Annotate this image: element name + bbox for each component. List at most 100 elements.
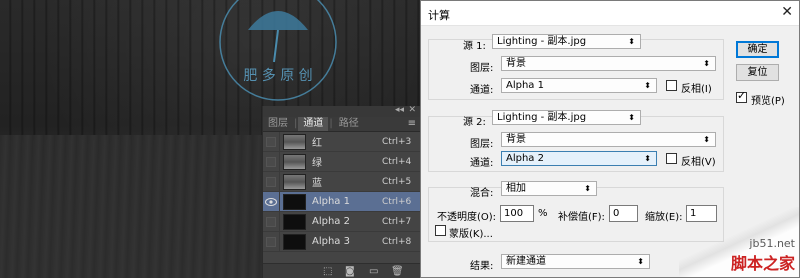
channel-name: Alpha 1 bbox=[312, 196, 350, 207]
source1-channel-value: Alpha 1 bbox=[506, 80, 544, 91]
mask-checkbox[interactable] bbox=[435, 225, 446, 236]
source2-invert-checkbox[interactable] bbox=[666, 153, 677, 164]
new-channel-icon[interactable]: ▭ bbox=[369, 266, 378, 277]
chevron-down-icon: ⬍ bbox=[703, 135, 710, 144]
delete-channel-icon[interactable]: 🗑 bbox=[391, 266, 404, 277]
close-icon[interactable]: ✕ bbox=[408, 105, 416, 115]
calculations-dialog: 计算 ✕ 源 1: Lighting - 副本.jpg ⬍ 图层: 背景 ⬍ 通道:… bbox=[420, 0, 800, 278]
result-value: 新建通道 bbox=[506, 256, 546, 267]
chevron-down-icon: ⬍ bbox=[628, 37, 635, 46]
channel-shortcut: Ctrl+4 bbox=[382, 156, 412, 167]
tab-paths[interactable]: 路径 bbox=[334, 117, 364, 131]
channel-name: Alpha 3 bbox=[312, 236, 350, 247]
channel-row[interactable]: 红 Ctrl+3 bbox=[263, 131, 420, 152]
panel-tabs: 图层 | 通道 | 路径 ≡ bbox=[263, 117, 420, 132]
source1-label: 源 1: bbox=[463, 41, 486, 52]
channel-shortcut: Ctrl+8 bbox=[382, 236, 412, 247]
scale-label: 缩放(E): bbox=[645, 212, 683, 223]
visibility-toggle[interactable] bbox=[263, 171, 280, 192]
mask-label[interactable]: 蒙版(K)... bbox=[449, 225, 493, 240]
source2-channel-select[interactable]: Alpha 2 ⬍ bbox=[501, 151, 657, 166]
channel-thumbnail bbox=[283, 193, 306, 210]
load-selection-icon[interactable]: ⬚ bbox=[323, 266, 332, 277]
site-watermark-name: 脚本之家 bbox=[730, 254, 795, 273]
opacity-unit: % bbox=[538, 208, 548, 219]
channel-shortcut: Ctrl+5 bbox=[382, 176, 412, 187]
channel-row[interactable]: 绿 Ctrl+4 bbox=[263, 151, 420, 172]
dialog-titlebar: 计算 ✕ bbox=[421, 1, 799, 26]
channel-thumbnail bbox=[283, 133, 306, 150]
blending-mode-value: 相加 bbox=[506, 183, 526, 194]
source1-file-select[interactable]: Lighting - 副本.jpg ⬍ bbox=[492, 34, 641, 49]
author-watermark-seal: 肥 多 原 创 bbox=[219, 0, 337, 101]
source2-layer-select[interactable]: 背景 ⬍ bbox=[501, 132, 716, 147]
preview-checkbox[interactable] bbox=[736, 89, 747, 103]
source2-file-value: Lighting - 副本.jpg bbox=[497, 112, 587, 123]
channel-name: 蓝 bbox=[312, 178, 322, 189]
channel-row[interactable]: Alpha 1 Ctrl+6 bbox=[263, 191, 420, 212]
channel-name: Alpha 2 bbox=[312, 216, 350, 227]
chevron-down-icon: ⬍ bbox=[644, 154, 651, 163]
visibility-toggle[interactable] bbox=[263, 231, 280, 252]
channel-list: 红 Ctrl+3 绿 Ctrl+4 蓝 Ctrl+5 Alpha 1 Ctrl+6 Alpha … bbox=[263, 131, 420, 252]
source1-layer-label: 图层: bbox=[470, 63, 494, 74]
site-watermark: jb51.net 脚本之家 bbox=[731, 237, 795, 274]
preview-label: 预览(P) bbox=[751, 96, 785, 107]
offset-label: 补偿值(F): bbox=[558, 212, 605, 223]
channel-thumbnail bbox=[283, 153, 306, 170]
source1-invert-label: 反相(I) bbox=[681, 84, 712, 95]
channel-row[interactable]: Alpha 2 Ctrl+7 bbox=[263, 211, 420, 232]
chevron-down-icon: ⬍ bbox=[703, 59, 710, 68]
panel-header-bar: ◂◂ ✕ bbox=[263, 105, 420, 117]
channel-row[interactable]: Alpha 3 Ctrl+8 bbox=[263, 231, 420, 252]
source2-layer-value: 背景 bbox=[506, 134, 526, 145]
result-select[interactable]: 新建通道 ⬍ bbox=[501, 254, 650, 269]
screen: 肥 多 原 创 ◂◂ ✕ 图层 | 通道 | 路径 ≡ 红 Ctrl+3 绿 Ctrl… bbox=[0, 0, 800, 278]
blending-mode-select[interactable]: 相加 ⬍ bbox=[501, 181, 597, 196]
chevron-down-icon: ⬍ bbox=[584, 184, 591, 193]
chevron-down-icon: ⬍ bbox=[644, 81, 651, 90]
source2-layer-label: 图层: bbox=[470, 139, 494, 150]
eye-icon[interactable] bbox=[263, 191, 280, 212]
visibility-toggle[interactable] bbox=[263, 151, 280, 172]
reset-button[interactable]: 复位 bbox=[736, 64, 779, 81]
source2-channel-value: Alpha 2 bbox=[506, 153, 544, 164]
watermark-text: 肥 多 原 创 bbox=[243, 67, 312, 84]
source1-layer-value: 背景 bbox=[506, 58, 526, 69]
source2-file-select[interactable]: Lighting - 副本.jpg ⬍ bbox=[492, 110, 641, 125]
source1-layer-select[interactable]: 背景 ⬍ bbox=[501, 56, 716, 71]
offset-input[interactable]: 0 bbox=[609, 205, 638, 222]
channel-shortcut: Ctrl+6 bbox=[382, 196, 412, 207]
source2-channel-label: 通道: bbox=[470, 158, 494, 169]
result-label: 结果: bbox=[470, 261, 494, 272]
source1-file-value: Lighting - 副本.jpg bbox=[497, 36, 587, 47]
source1-invert-checkbox[interactable] bbox=[666, 80, 677, 91]
source1-channel-label: 通道: bbox=[470, 85, 494, 96]
chevron-down-icon: ⬍ bbox=[637, 257, 644, 266]
panel-menu-icon[interactable]: ≡ bbox=[408, 118, 416, 129]
channel-shortcut: Ctrl+7 bbox=[382, 216, 412, 227]
blending-label: 混合: bbox=[470, 188, 494, 199]
visibility-toggle[interactable] bbox=[263, 131, 280, 152]
source1-channel-select[interactable]: Alpha 1 ⬍ bbox=[501, 78, 657, 93]
source2-invert-label: 反相(V) bbox=[681, 157, 716, 168]
panel-footer: ⬚ ◙ ▭ 🗑 bbox=[263, 263, 421, 278]
channel-shortcut: Ctrl+3 bbox=[382, 136, 412, 147]
tab-layers[interactable]: 图层 bbox=[263, 117, 293, 131]
visibility-toggle[interactable] bbox=[263, 211, 280, 232]
channels-panel: ◂◂ ✕ 图层 | 通道 | 路径 ≡ 红 Ctrl+3 绿 Ctrl+4 蓝 Ctrl+… bbox=[262, 105, 421, 278]
source2-label: 源 2: bbox=[463, 117, 486, 128]
dialog-title: 计算 bbox=[428, 9, 450, 22]
ok-button[interactable]: 确定 bbox=[736, 41, 779, 58]
channel-thumbnail bbox=[283, 233, 306, 250]
channel-thumbnail bbox=[283, 173, 306, 190]
close-icon[interactable]: ✕ bbox=[781, 4, 793, 20]
chevron-down-icon: ⬍ bbox=[628, 113, 635, 122]
channel-row[interactable]: 蓝 Ctrl+5 bbox=[263, 171, 420, 192]
save-selection-icon[interactable]: ◙ bbox=[345, 266, 355, 277]
channel-name: 绿 bbox=[312, 158, 322, 169]
tab-channels[interactable]: 通道 bbox=[298, 117, 329, 131]
opacity-input[interactable]: 100 bbox=[500, 205, 534, 222]
channel-thumbnail bbox=[283, 213, 306, 230]
collapse-icon[interactable]: ◂◂ bbox=[395, 105, 404, 115]
